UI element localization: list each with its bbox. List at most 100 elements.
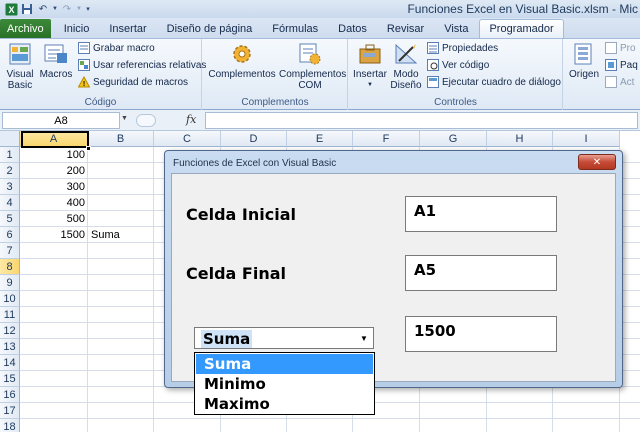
tab-programador[interactable]: Programador: [479, 19, 564, 38]
origen-button[interactable]: Origen: [567, 41, 601, 80]
tab-archivo[interactable]: Archivo: [0, 19, 51, 38]
row-header-15[interactable]: 15: [0, 371, 20, 387]
row-header-8[interactable]: 8: [0, 259, 20, 275]
select-all-corner[interactable]: [0, 131, 20, 147]
save-icon[interactable]: [20, 2, 34, 16]
complementos-button[interactable]: Complementos: [208, 41, 276, 80]
cell-a5[interactable]: 500: [20, 211, 88, 227]
row-header-14[interactable]: 14: [0, 355, 20, 371]
warning-icon: !: [77, 75, 91, 88]
tab-formulas[interactable]: Fórmulas: [263, 19, 327, 38]
option-maximo[interactable]: Maximo: [196, 394, 373, 414]
design-mode-icon: [392, 41, 420, 67]
view-code-icon: [427, 59, 439, 71]
cell-b6[interactable]: Suma: [88, 227, 154, 243]
tab-datos[interactable]: Datos: [329, 19, 376, 38]
row-header-7[interactable]: 7: [0, 243, 20, 259]
redo-dropdown-icon[interactable]: ▼: [76, 2, 82, 16]
xml-act-button[interactable]: Act: [605, 76, 634, 88]
complementos-com-button[interactable]: Complementos COM: [277, 41, 347, 91]
ejecutar-cuadro-button[interactable]: Ejecutar cuadro de diálogo: [427, 76, 561, 88]
group-xml: Origen Pro Paq Act: [564, 39, 640, 110]
row-header-2[interactable]: 2: [0, 163, 20, 179]
row-header-1[interactable]: 1: [0, 147, 20, 163]
option-minimo[interactable]: Minimo: [196, 374, 373, 394]
chevron-down-icon[interactable]: ▼: [356, 329, 372, 347]
refresh-data-icon: [605, 76, 617, 88]
visual-basic-button[interactable]: Visual Basic: [3, 41, 37, 91]
svg-text:X: X: [8, 5, 14, 15]
cell-a3[interactable]: 300: [20, 179, 88, 195]
group-controles-label: Controles: [434, 97, 477, 108]
row-header-18[interactable]: 18: [0, 419, 20, 432]
column-header-b[interactable]: B: [88, 131, 154, 147]
usar-referencias-button[interactable]: Usar referencias relativas: [78, 59, 206, 71]
column-header-i[interactable]: I: [553, 131, 620, 147]
macros-button[interactable]: Macros: [39, 41, 73, 80]
tab-inicio[interactable]: Inicio: [55, 19, 99, 38]
column-header-h[interactable]: H: [487, 131, 553, 147]
insert-function-icon[interactable]: fx: [186, 113, 196, 126]
seguridad-macros-button[interactable]: ! Seguridad de macros: [77, 75, 189, 88]
formula-input[interactable]: [205, 112, 638, 129]
name-box-dropdown-icon[interactable]: ▼: [121, 115, 128, 122]
column-header-f[interactable]: F: [353, 131, 420, 147]
complementos-com-label: Complementos COM: [279, 69, 347, 91]
redo-icon[interactable]: ↷: [60, 2, 74, 16]
modo-diseno-button[interactable]: Modo Diseño: [389, 41, 423, 91]
row-header-13[interactable]: 13: [0, 339, 20, 355]
row-header-11[interactable]: 11: [0, 307, 20, 323]
row-header-17[interactable]: 17: [0, 403, 20, 419]
row-header-16[interactable]: 16: [0, 387, 20, 403]
fill-handle[interactable]: [86, 146, 91, 151]
xml-paq-button[interactable]: Paq: [605, 59, 638, 71]
svg-text:!: !: [83, 81, 85, 88]
row-header-12[interactable]: 12: [0, 323, 20, 339]
customize-qat-icon[interactable]: ▾: [84, 2, 92, 16]
celda-inicial-label: Celda Inicial: [186, 205, 296, 224]
column-header-c[interactable]: C: [154, 131, 221, 147]
column-header-e[interactable]: E: [287, 131, 353, 147]
xml-pro-button[interactable]: Pro: [605, 42, 636, 54]
cell-a6[interactable]: 1500: [20, 227, 88, 243]
tab-diseno-pagina[interactable]: Diseño de página: [158, 19, 262, 38]
undo-dropdown-icon[interactable]: ▼: [52, 2, 58, 16]
record-macro-icon: [78, 42, 90, 54]
result-output[interactable]: 1500: [405, 316, 557, 352]
close-button[interactable]: ✕: [578, 154, 616, 170]
excel-logo-icon[interactable]: X: [4, 2, 18, 16]
column-header-g[interactable]: G: [420, 131, 487, 147]
insertar-control-button[interactable]: Insertar ▼: [351, 41, 389, 91]
tab-vista[interactable]: Vista: [435, 19, 477, 38]
cell-a4[interactable]: 400: [20, 195, 88, 211]
option-suma[interactable]: Suma: [196, 354, 373, 374]
column-header-d[interactable]: D: [221, 131, 287, 147]
tab-insertar[interactable]: Insertar: [100, 19, 155, 38]
function-dropdown-list: Suma Minimo Maximo: [194, 352, 375, 415]
row-header-9[interactable]: 9: [0, 275, 20, 291]
row-header-6[interactable]: 6: [0, 227, 20, 243]
undo-icon[interactable]: ↶: [36, 2, 50, 16]
row-header-3[interactable]: 3: [0, 179, 20, 195]
cell-a2[interactable]: 200: [20, 163, 88, 179]
seguridad-macros-label: Seguridad de macros: [93, 76, 189, 88]
celda-inicial-input[interactable]: A1: [405, 196, 557, 232]
celda-final-label: Celda Final: [186, 264, 286, 283]
run-dialog-icon: [427, 76, 439, 88]
row-header-10[interactable]: 10: [0, 291, 20, 307]
origen-label: Origen: [568, 69, 599, 80]
row-header-5[interactable]: 5: [0, 211, 20, 227]
ver-codigo-button[interactable]: Ver código: [427, 59, 489, 71]
propiedades-label: Propiedades: [442, 42, 499, 54]
tab-revisar[interactable]: Revisar: [378, 19, 433, 38]
active-cell-a8[interactable]: [21, 131, 89, 148]
formula-bar-resize-icon[interactable]: [136, 114, 156, 127]
row-header-4[interactable]: 4: [0, 195, 20, 211]
propiedades-button[interactable]: Propiedades: [427, 42, 498, 54]
celda-final-input[interactable]: A5: [405, 255, 557, 291]
function-combobox[interactable]: Suma ▼: [194, 327, 374, 349]
grabar-macro-button[interactable]: Grabar macro: [78, 42, 155, 54]
group-controles: Insertar ▼ Modo Diseño Propiedades Ver c…: [349, 39, 563, 110]
name-box[interactable]: A8: [2, 112, 120, 129]
cell-a1[interactable]: 100: [20, 147, 88, 163]
